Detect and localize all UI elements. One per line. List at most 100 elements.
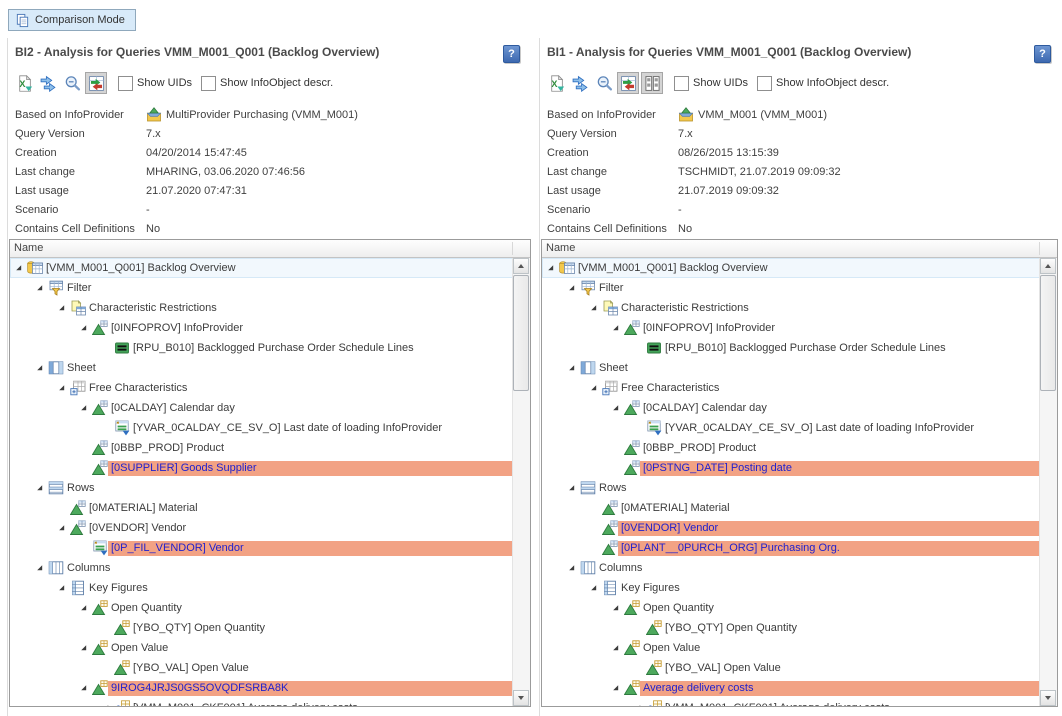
checkbox-show-infoobject-descr-[interactable]: Show InfoObject descr. — [757, 76, 889, 91]
scroll-thumb[interactable] — [513, 275, 529, 391]
tree-row[interactable]: Filter — [542, 278, 1040, 298]
tree-row[interactable]: f[VMM_M001_CKF001] Average delivery cost… — [10, 698, 513, 706]
tree-row[interactable]: [YVAR_0CALDAY_CE_SV_O] Last date of load… — [542, 418, 1040, 438]
tree-row[interactable]: Open Value — [10, 638, 513, 658]
expand-arrow-icon[interactable] — [608, 400, 624, 416]
expand-arrow-icon[interactable] — [54, 520, 70, 536]
checkbox-show-uids[interactable]: Show UIDs — [118, 76, 192, 91]
tree-row[interactable]: Average delivery costs — [542, 678, 1040, 698]
tree-row[interactable]: Columns — [10, 558, 513, 578]
expand-arrow-icon[interactable] — [564, 560, 580, 576]
export-excel-button[interactable]: X — [13, 72, 35, 94]
tree-row[interactable]: f[VMM_M001_CKF001] Average delivery cost… — [542, 698, 1040, 706]
tree-row[interactable]: [VMM_M001_Q001] Backlog Overview — [542, 258, 1040, 278]
compare-table-button[interactable] — [617, 72, 639, 94]
export-excel-button[interactable]: X — [545, 72, 567, 94]
tree-row[interactable]: Open Quantity — [10, 598, 513, 618]
tree-row[interactable]: [0INFOPROV] InfoProvider — [10, 318, 513, 338]
transport-arrows-button[interactable] — [37, 72, 59, 94]
expand-arrow-icon[interactable] — [608, 600, 624, 616]
tree-row[interactable]: [YBO_VAL] Open Value — [542, 658, 1040, 678]
tree-row[interactable]: [YBO_QTY] Open Quantity — [542, 618, 1040, 638]
help-icon[interactable]: ? — [1034, 45, 1051, 63]
expand-arrow-icon[interactable] — [32, 480, 48, 496]
zoom-out-button[interactable] — [593, 72, 615, 94]
tree-row[interactable]: [YBO_QTY] Open Quantity — [10, 618, 513, 638]
tree-row[interactable]: [0VENDOR] Vendor — [542, 518, 1040, 538]
tree-row[interactable]: [0PSTNG_DATE] Posting date — [542, 458, 1040, 478]
tree-row[interactable]: [VMM_M001_Q001] Backlog Overview — [10, 258, 513, 278]
checkbox-show-infoobject-descr-[interactable]: Show InfoObject descr. — [201, 76, 333, 91]
comparison-mode-button[interactable]: Comparison Mode — [8, 9, 136, 31]
tree-row[interactable]: Free Characteristics — [10, 378, 513, 398]
scroll-up-button[interactable] — [1040, 258, 1056, 274]
tree-row[interactable]: [0VENDOR] Vendor — [10, 518, 513, 538]
zoom-out-button[interactable] — [61, 72, 83, 94]
checkbox-show-uids[interactable]: Show UIDs — [674, 76, 748, 91]
tree-row[interactable]: Filter — [10, 278, 513, 298]
tree-row[interactable]: Open Quantity — [542, 598, 1040, 618]
tree-row[interactable]: Free Characteristics — [542, 378, 1040, 398]
tree-row[interactable]: [YBO_VAL] Open Value — [10, 658, 513, 678]
expand-arrow-icon[interactable] — [54, 300, 70, 316]
expand-arrow-icon[interactable] — [564, 480, 580, 496]
expand-arrow-icon[interactable] — [608, 680, 624, 696]
tree-row[interactable]: [0MATERIAL] Material — [542, 498, 1040, 518]
checkbox-box[interactable] — [201, 76, 216, 91]
checkbox-box[interactable] — [674, 76, 689, 91]
tree-row[interactable]: Characteristic Restrictions — [10, 298, 513, 318]
tree-row[interactable]: Rows — [542, 478, 1040, 498]
tree-row[interactable]: [RPU_B010] Backlogged Purchase Order Sch… — [10, 338, 513, 358]
checkbox-box[interactable] — [757, 76, 772, 91]
expand-arrow-icon[interactable] — [76, 320, 92, 336]
tree-row[interactable]: [0MATERIAL] Material — [10, 498, 513, 518]
scroll-down-button[interactable] — [1040, 690, 1056, 706]
expand-arrow-icon[interactable] — [32, 560, 48, 576]
tree-row[interactable]: Sheet — [542, 358, 1040, 378]
tree-row[interactable]: [0INFOPROV] InfoProvider — [542, 318, 1040, 338]
expand-arrow-icon[interactable] — [564, 360, 580, 376]
expand-arrow-icon[interactable] — [608, 320, 624, 336]
scroll-up-button[interactable] — [513, 258, 529, 274]
expand-arrow-icon[interactable] — [543, 260, 559, 276]
expand-arrow-icon[interactable] — [54, 380, 70, 396]
tree-row[interactable]: [0BBP_PROD] Product — [10, 438, 513, 458]
tree-row[interactable]: Sheet — [10, 358, 513, 378]
expand-arrow-icon[interactable] — [608, 640, 624, 656]
tree-row[interactable]: [0CALDAY] Calendar day — [542, 398, 1040, 418]
expand-arrow-icon[interactable] — [54, 580, 70, 596]
tree-row[interactable]: [0SUPPLIER] Goods Supplier — [10, 458, 513, 478]
tree-row[interactable]: [0CALDAY] Calendar day — [10, 398, 513, 418]
expand-arrow-icon[interactable] — [11, 260, 27, 276]
tree-row[interactable]: Rows — [10, 478, 513, 498]
tree-row[interactable]: [RPU_B010] Backlogged Purchase Order Sch… — [542, 338, 1040, 358]
tree-row[interactable]: [YVAR_0CALDAY_CE_SV_O] Last date of load… — [10, 418, 513, 438]
expand-arrow-icon[interactable] — [630, 700, 646, 706]
expand-arrow-icon[interactable] — [586, 300, 602, 316]
expand-arrow-icon[interactable] — [32, 280, 48, 296]
tree-row[interactable]: Characteristic Restrictions — [542, 298, 1040, 318]
checkbox-box[interactable] — [118, 76, 133, 91]
vertical-scrollbar[interactable] — [1039, 258, 1057, 706]
help-icon[interactable]: ? — [503, 45, 520, 63]
expand-arrow-icon[interactable] — [98, 700, 114, 706]
compare-table-button[interactable] — [85, 72, 107, 94]
tree-row[interactable]: Columns — [542, 558, 1040, 578]
expand-arrow-icon[interactable] — [76, 680, 92, 696]
tree-row[interactable]: 9IROG4JRJS0GS5OVQDFSRBA8K — [10, 678, 513, 698]
expand-arrow-icon[interactable] — [76, 640, 92, 656]
tree-row[interactable]: Open Value — [542, 638, 1040, 658]
tree-row[interactable]: [0BBP_PROD] Product — [542, 438, 1040, 458]
split-view-button[interactable] — [641, 72, 663, 94]
tree-row[interactable]: [0P_FIL_VENDOR] Vendor — [10, 538, 513, 558]
tree-row[interactable]: Key Figures — [10, 578, 513, 598]
scroll-thumb[interactable] — [1040, 275, 1056, 391]
expand-arrow-icon[interactable] — [564, 280, 580, 296]
tree-row[interactable]: [0PLANT__0PURCH_ORG] Purchasing Org. — [542, 538, 1040, 558]
tree-row[interactable]: Key Figures — [542, 578, 1040, 598]
expand-arrow-icon[interactable] — [76, 400, 92, 416]
expand-arrow-icon[interactable] — [586, 380, 602, 396]
vertical-scrollbar[interactable] — [512, 258, 530, 706]
expand-arrow-icon[interactable] — [586, 580, 602, 596]
scroll-down-button[interactable] — [513, 690, 529, 706]
